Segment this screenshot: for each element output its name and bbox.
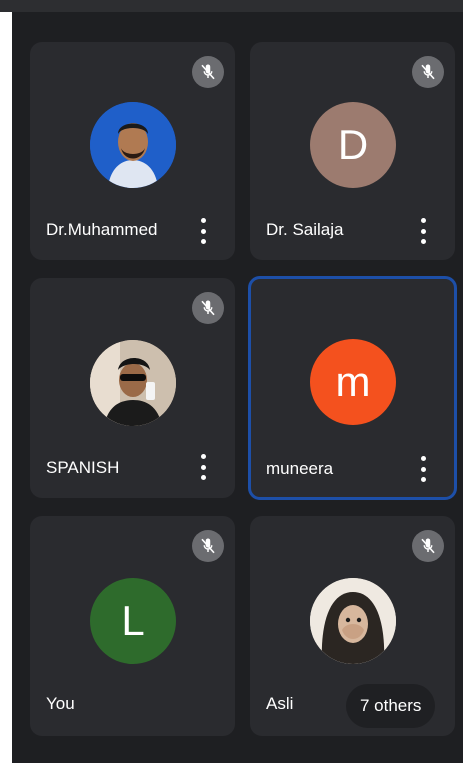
- mic-off-icon: [192, 292, 224, 324]
- avatar-photo: [90, 102, 176, 188]
- participant-name: Dr. Sailaja: [266, 220, 344, 239]
- participant-name: SPANISH: [46, 458, 120, 477]
- participant-name: Asli: [266, 694, 294, 713]
- top-bar: [0, 0, 463, 12]
- mic-off-icon: [412, 530, 444, 562]
- participant-tile-dr-muhammed[interactable]: Dr.Muhammed: [30, 42, 235, 260]
- more-vert-icon[interactable]: [198, 218, 208, 244]
- mic-off-icon: [412, 56, 444, 88]
- others-count-chip[interactable]: 7 others: [346, 684, 436, 728]
- avatar-initial: D: [310, 102, 396, 188]
- participant-tile-spanish[interactable]: SPANISH: [30, 278, 235, 498]
- avatar-initial: L: [90, 578, 176, 664]
- avatar-initial: m: [310, 339, 396, 425]
- participant-grid: Dr.Muhammed D Dr. Sailaja SPANISH m mune…: [12, 12, 463, 763]
- mic-off-icon: [192, 530, 224, 562]
- left-edge: [0, 12, 12, 763]
- avatar-photo: [90, 340, 176, 426]
- mic-off-icon: [192, 56, 224, 88]
- participant-name: You: [46, 694, 75, 713]
- more-vert-icon[interactable]: [198, 454, 208, 480]
- more-vert-icon[interactable]: [418, 456, 428, 482]
- participant-name: muneera: [266, 459, 334, 478]
- participant-name: Dr.Muhammed: [46, 220, 158, 239]
- more-vert-icon[interactable]: [418, 218, 428, 244]
- participant-tile-you[interactable]: L You: [30, 516, 235, 736]
- avatar-photo: [310, 578, 396, 664]
- participant-tile-muneera[interactable]: m muneera: [248, 276, 457, 500]
- participant-tile-dr-sailaja[interactable]: D Dr. Sailaja: [250, 42, 455, 260]
